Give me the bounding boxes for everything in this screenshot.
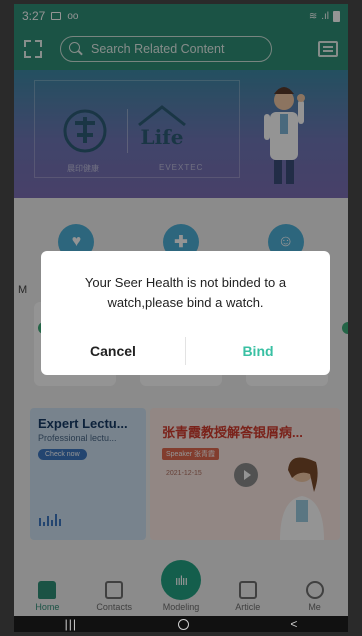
home-button[interactable] [178, 618, 190, 630]
phone-screen: 3:27 oo ≋ .ıl Search Related Content Lif… [14, 4, 348, 632]
system-nav-bar: ||| < [14, 616, 348, 632]
bind-button[interactable]: Bind [186, 335, 330, 367]
back-button[interactable]: < [290, 617, 297, 631]
dialog-message: Your Seer Health is not binded to a watc… [84, 275, 287, 310]
bind-watch-dialog: Your Seer Health is not binded to a watc… [41, 251, 330, 375]
recent-apps-button[interactable]: ||| [65, 617, 77, 631]
cancel-button[interactable]: Cancel [41, 335, 185, 367]
